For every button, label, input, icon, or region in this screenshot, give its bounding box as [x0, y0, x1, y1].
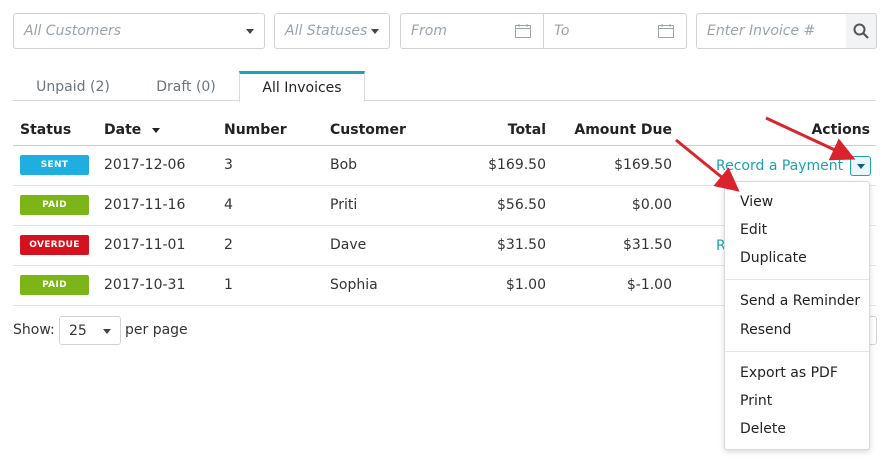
annotation-arrows: [675, 116, 856, 192]
arrow-to-toggle: [765, 116, 856, 161]
arrow-to-menu: [675, 138, 740, 192]
